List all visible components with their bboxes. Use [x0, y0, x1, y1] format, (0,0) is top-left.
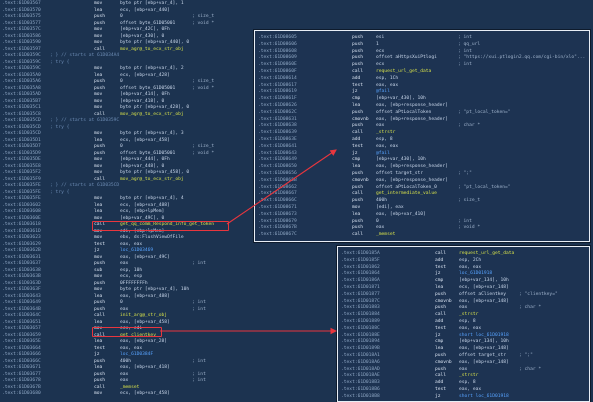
line-comment-text: ; void * — [192, 85, 215, 91]
get-clientkey-call-highlight — [92, 327, 162, 337]
line-comment-text: ; "clientkey=" — [519, 291, 558, 297]
clientkey-popup: .text:61D0185A call request_url_get_data .t… — [337, 246, 590, 402]
request-token-popup: .text:61D08605 push esi; int .text:61D08606… — [254, 30, 590, 242]
line-operands[interactable]: ecx, [ebp+var_458] — [120, 390, 170, 397]
line-operands[interactable]: mov_agr@_to_ecx_str_obj — [120, 176, 184, 183]
line-comment-text: ; "pt_local_token=" — [458, 109, 511, 115]
line-comment-text: ; int — [192, 378, 206, 383]
line-comment-text: ; int — [192, 261, 206, 266]
line-operands[interactable]: mov_agr@_to_ecx_str_obj — [120, 46, 184, 53]
line-comment: ; try { — [50, 189, 70, 195]
line-comment-text: ; void * — [192, 20, 215, 26]
line-operands[interactable]: ecx, [ebp+var_458] — [120, 137, 170, 144]
line-mnemonic: jz — [435, 393, 441, 399]
line-comment-text: ; int — [458, 62, 472, 68]
line-mnemonic: mov — [94, 391, 103, 396]
line-comment-text: ; size_t — [458, 198, 481, 204]
line-operands[interactable]: mov_agr@_to_ecx_str_obj — [120, 111, 184, 118]
line-operands[interactable]: eax, [ebp+var_410] — [376, 211, 426, 218]
line-operands[interactable]: eax, [ebp+response_header] — [376, 116, 448, 123]
line-address: .text:61D03680 — [2, 391, 41, 396]
get-token-call-highlight — [92, 221, 229, 231]
line-address: .text:61D018B8 — [341, 393, 380, 399]
line-comment-text: ; void * — [458, 225, 481, 231]
line-comment-text: ; int — [192, 306, 206, 312]
line-comment: ; try { — [50, 124, 70, 130]
line-comment-text: ; ";" — [519, 353, 533, 358]
line-mnemonic: call — [352, 232, 364, 238]
line-comment-text: ; char * — [519, 366, 542, 372]
line-address: .text:61D0867C — [258, 232, 297, 238]
line-comment-text: ; char * — [458, 123, 481, 129]
line-comment-text: ; char * — [519, 305, 542, 311]
line-comment-text: ; "pt_local_token=" — [458, 184, 511, 190]
line-operands[interactable]: short loc_61D01918 — [459, 393, 509, 400]
line-comment: ; try { — [50, 59, 70, 65]
line-operands[interactable]: eax, [ebp+var_488] — [120, 293, 170, 300]
line-comment-text: ; ";" — [458, 171, 472, 176]
line-operands[interactable]: _memset — [376, 231, 395, 238]
line-operands[interactable]: offset aHttpsXuiPtlogi — [376, 54, 437, 61]
line-comment-text: ; "https://xui.ptlogin2.qq.com/cgi-bin/x… — [458, 55, 586, 61]
line-comment-text: ; int — [192, 358, 206, 364]
line-comment-text: ; void * — [192, 150, 215, 156]
line-operands[interactable]: ecx, [ebp+var_428] — [120, 72, 170, 79]
line-operands[interactable]: ecx, [ebp+var_440] — [120, 7, 170, 14]
